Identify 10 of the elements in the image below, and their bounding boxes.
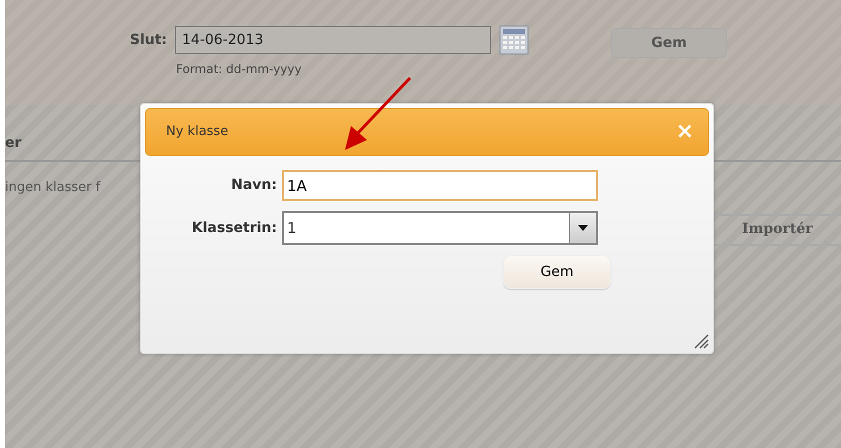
field-label: Slut: (128, 30, 168, 50)
empty-message: ingen klasser f (5, 179, 100, 197)
save-button[interactable]: Gem (503, 255, 611, 289)
field-label: Navn: (230, 176, 278, 195)
field-label: Klassetrin: (190, 218, 278, 238)
dropdown-field[interactable]: 1 (282, 211, 598, 245)
date-field[interactable]: 14-06-2013 (175, 26, 491, 54)
dialog-title: Ny klasse (166, 123, 228, 142)
format-hint: Format: dd-mm-yyyy (176, 61, 303, 78)
text-field[interactable]: 1A (282, 170, 598, 201)
